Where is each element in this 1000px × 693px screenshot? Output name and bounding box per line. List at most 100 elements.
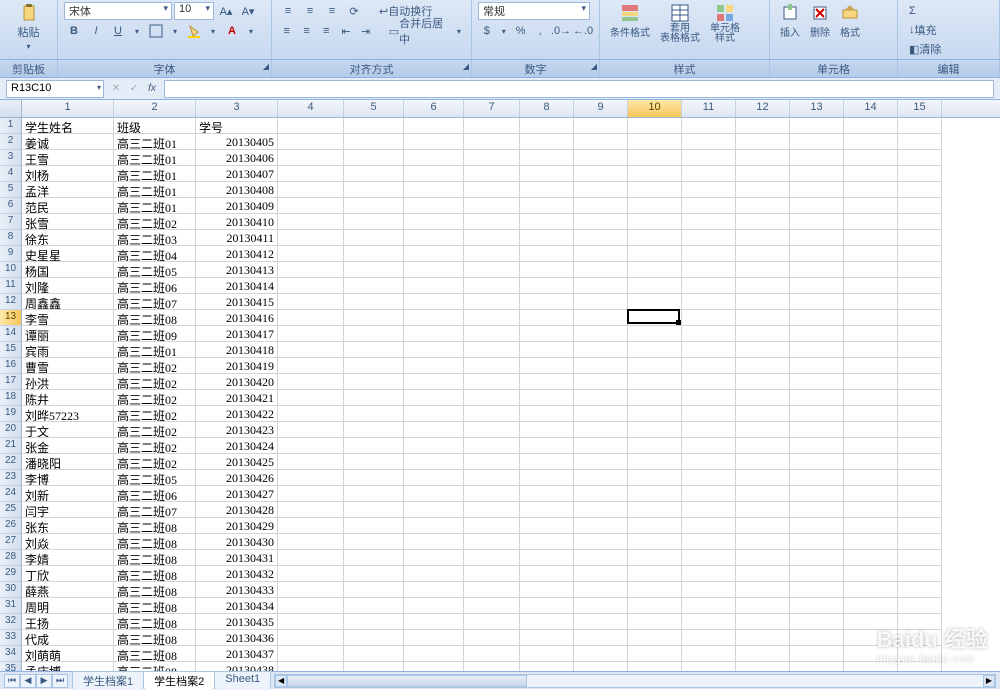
cell[interactable] bbox=[736, 534, 790, 550]
cell[interactable] bbox=[574, 198, 628, 214]
cell[interactable] bbox=[574, 646, 628, 662]
cell[interactable] bbox=[736, 422, 790, 438]
cell[interactable] bbox=[574, 166, 628, 182]
cell[interactable] bbox=[574, 566, 628, 582]
cell[interactable] bbox=[844, 214, 898, 230]
cell[interactable] bbox=[682, 502, 736, 518]
cell-styles-button[interactable]: 单元格 样式 bbox=[706, 2, 744, 44]
cell[interactable] bbox=[898, 278, 942, 294]
cell[interactable] bbox=[790, 390, 844, 406]
cell[interactable] bbox=[464, 278, 520, 294]
cell[interactable] bbox=[844, 118, 898, 134]
cell[interactable] bbox=[844, 454, 898, 470]
cell[interactable] bbox=[682, 342, 736, 358]
cell[interactable] bbox=[464, 230, 520, 246]
cell[interactable] bbox=[790, 278, 844, 294]
cell[interactable] bbox=[278, 118, 344, 134]
cell[interactable]: 高三二班08 bbox=[114, 518, 196, 534]
cell[interactable] bbox=[844, 518, 898, 534]
cell[interactable] bbox=[344, 246, 404, 262]
cell[interactable]: 刘萌萌 bbox=[22, 646, 114, 662]
cell[interactable] bbox=[682, 486, 736, 502]
cell[interactable] bbox=[574, 470, 628, 486]
cell[interactable] bbox=[790, 166, 844, 182]
horizontal-scrollbar[interactable]: ◀ ▶ bbox=[274, 674, 996, 688]
cell[interactable] bbox=[574, 630, 628, 646]
cell[interactable] bbox=[344, 582, 404, 598]
cell[interactable] bbox=[898, 422, 942, 438]
cell[interactable] bbox=[344, 230, 404, 246]
cell[interactable] bbox=[844, 310, 898, 326]
cell[interactable] bbox=[520, 358, 574, 374]
cell[interactable] bbox=[344, 198, 404, 214]
cell[interactable] bbox=[464, 630, 520, 646]
cell[interactable] bbox=[520, 646, 574, 662]
cell[interactable] bbox=[520, 614, 574, 630]
cell[interactable] bbox=[790, 262, 844, 278]
cell[interactable] bbox=[344, 486, 404, 502]
cell[interactable] bbox=[344, 118, 404, 134]
cell[interactable] bbox=[520, 342, 574, 358]
row-header[interactable]: 27 bbox=[0, 534, 22, 550]
row-header[interactable]: 4 bbox=[0, 166, 22, 182]
cell[interactable] bbox=[520, 134, 574, 150]
cell[interactable] bbox=[344, 310, 404, 326]
cell[interactable]: 于文 bbox=[22, 422, 114, 438]
align-middle-button[interactable]: ≡ bbox=[300, 2, 320, 20]
cell[interactable] bbox=[844, 422, 898, 438]
cell[interactable] bbox=[682, 182, 736, 198]
cell[interactable] bbox=[844, 470, 898, 486]
cell[interactable] bbox=[898, 358, 942, 374]
cell[interactable] bbox=[682, 118, 736, 134]
align-bottom-button[interactable]: ≡ bbox=[322, 2, 342, 20]
tab-first-button[interactable]: ⏮ bbox=[4, 674, 20, 688]
cell[interactable] bbox=[628, 294, 682, 310]
cell[interactable] bbox=[278, 454, 344, 470]
cell[interactable] bbox=[736, 518, 790, 534]
bold-button[interactable]: B bbox=[64, 22, 84, 40]
cell[interactable] bbox=[898, 246, 942, 262]
cell[interactable]: 20130427 bbox=[196, 486, 278, 502]
row-header[interactable]: 25 bbox=[0, 502, 22, 518]
column-header[interactable]: 15 bbox=[898, 100, 942, 117]
cell[interactable] bbox=[682, 390, 736, 406]
cell[interactable] bbox=[520, 630, 574, 646]
formula-input[interactable] bbox=[164, 80, 994, 98]
cell[interactable] bbox=[520, 246, 574, 262]
cell[interactable] bbox=[464, 198, 520, 214]
cell[interactable] bbox=[278, 342, 344, 358]
cell[interactable] bbox=[682, 358, 736, 374]
cell[interactable] bbox=[898, 454, 942, 470]
cell[interactable] bbox=[844, 630, 898, 646]
cell[interactable] bbox=[404, 486, 464, 502]
cell[interactable] bbox=[520, 374, 574, 390]
cell[interactable] bbox=[682, 134, 736, 150]
row-header[interactable]: 22 bbox=[0, 454, 22, 470]
cell[interactable] bbox=[464, 486, 520, 502]
cell[interactable] bbox=[464, 374, 520, 390]
cell[interactable] bbox=[790, 230, 844, 246]
cell[interactable] bbox=[790, 470, 844, 486]
cell[interactable] bbox=[628, 358, 682, 374]
tab-prev-button[interactable]: ◀ bbox=[20, 674, 36, 688]
cell[interactable] bbox=[464, 150, 520, 166]
row-header[interactable]: 13 bbox=[0, 310, 22, 326]
cell[interactable] bbox=[628, 582, 682, 598]
cell[interactable] bbox=[574, 374, 628, 390]
row-header[interactable]: 28 bbox=[0, 550, 22, 566]
cell[interactable] bbox=[520, 182, 574, 198]
cell[interactable]: 高三二班08 bbox=[114, 630, 196, 646]
cell[interactable] bbox=[574, 550, 628, 566]
row-header[interactable]: 3 bbox=[0, 150, 22, 166]
cell[interactable] bbox=[520, 166, 574, 182]
cell[interactable] bbox=[464, 214, 520, 230]
cell[interactable] bbox=[464, 646, 520, 662]
cell[interactable] bbox=[464, 390, 520, 406]
cell[interactable] bbox=[898, 614, 942, 630]
cell[interactable] bbox=[464, 326, 520, 342]
cell[interactable] bbox=[520, 406, 574, 422]
cell[interactable] bbox=[790, 614, 844, 630]
cell[interactable] bbox=[628, 390, 682, 406]
cell[interactable] bbox=[736, 614, 790, 630]
cell[interactable]: 20130417 bbox=[196, 326, 278, 342]
